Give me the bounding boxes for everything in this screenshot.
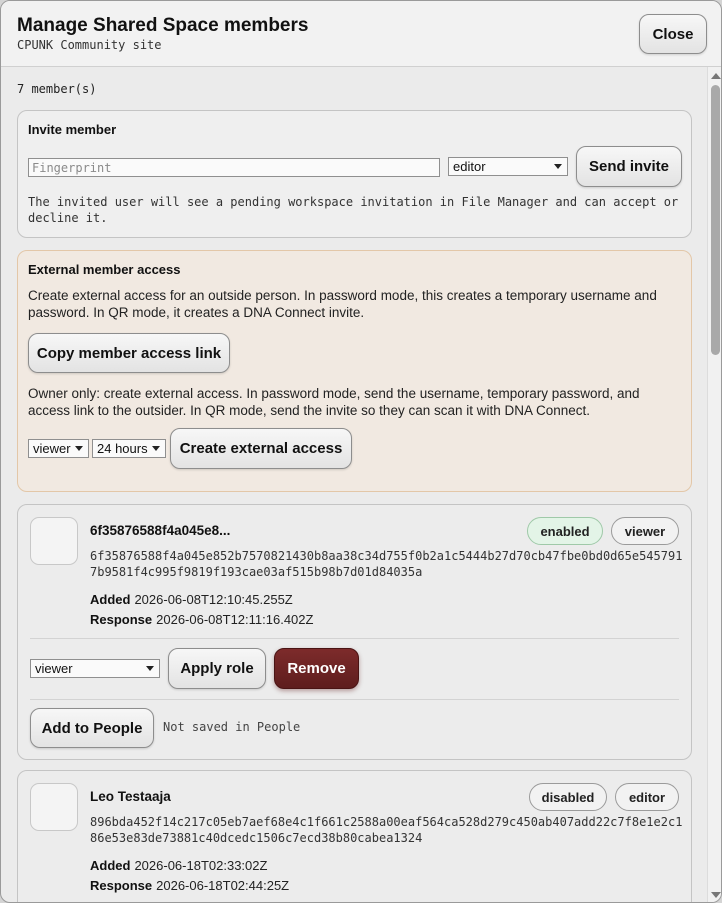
divider <box>30 638 679 639</box>
response-value: 2026-06-18T02:44:25Z <box>156 878 290 893</box>
dialog-content: 7 member(s) Invite member editor Send in… <box>1 67 707 902</box>
people-status-note: Not saved in People <box>163 720 301 734</box>
invite-title: Invite member <box>28 122 117 137</box>
scrollbar-thumb[interactable] <box>711 85 720 355</box>
add-to-people-button[interactable]: Add to People <box>30 708 154 748</box>
invite-role-select[interactable]: editor <box>448 157 568 176</box>
external-owner-note: Owner only: create external access. In p… <box>28 386 640 418</box>
close-button[interactable]: Close <box>639 14 707 54</box>
member-role-select[interactable]: viewer <box>30 659 160 678</box>
member-name: Leo Testaaja <box>90 789 171 804</box>
external-duration-select[interactable]: 24 hours <box>92 439 166 458</box>
dialog-title: Manage Shared Space members <box>17 15 309 36</box>
member-card: Leo Testaaja disabled editor 896bda452f1… <box>17 770 692 902</box>
copy-member-access-link-button[interactable]: Copy member access link <box>28 333 230 373</box>
vertical-scrollbar[interactable] <box>707 67 721 902</box>
added-row: Added 2026-06-18T02:33:02Z <box>90 858 267 873</box>
invite-role-value: editor <box>453 159 486 174</box>
avatar <box>30 783 78 831</box>
status-badge: disabled <box>529 783 607 811</box>
avatar <box>30 517 78 565</box>
external-description: Create external access for an outside pe… <box>28 288 657 320</box>
divider <box>30 699 679 700</box>
response-value: 2026-06-08T12:11:16.402Z <box>156 612 314 627</box>
member-name: 6f35876588f4a045e8... <box>90 523 231 538</box>
dialog-header: Manage Shared Space members CPUNK Commun… <box>1 1 721 67</box>
member-card: 6f35876588f4a045e8... enabled viewer 6f3… <box>17 504 692 760</box>
added-value: 2026-06-18T02:33:02Z <box>134 858 268 873</box>
response-row: Response 2026-06-08T12:11:16.402Z <box>90 612 313 627</box>
member-role-value: viewer <box>35 661 73 676</box>
scroll-up-arrow-icon[interactable] <box>711 73 721 79</box>
response-row: Response 2026-06-18T02:44:25Z <box>90 878 289 893</box>
status-badge: enabled <box>527 517 603 545</box>
invite-help-text: The invited user will see a pending work… <box>28 195 679 225</box>
apply-role-button[interactable]: Apply role <box>168 648 266 689</box>
member-fingerprint: 6f35876588f4a045e852b7570821430b8aa38c34… <box>90 549 683 579</box>
external-duration-value: 24 hours <box>97 441 148 456</box>
external-title: External member access <box>28 262 181 277</box>
added-label: Added <box>90 592 131 607</box>
role-badge: editor <box>615 783 679 811</box>
scroll-down-arrow-icon[interactable] <box>711 892 721 898</box>
added-value: 2026-06-08T12:10:45.255Z <box>134 592 293 607</box>
create-external-access-button[interactable]: Create external access <box>170 428 352 469</box>
added-label: Added <box>90 858 131 873</box>
send-invite-button[interactable]: Send invite <box>576 146 682 187</box>
response-label: Response <box>90 612 153 627</box>
dialog-subtitle: CPUNK Community site <box>17 38 162 52</box>
remove-button[interactable]: Remove <box>274 648 359 689</box>
external-role-select[interactable]: viewer <box>28 439 89 458</box>
added-row: Added 2026-06-08T12:10:45.255Z <box>90 592 293 607</box>
response-label: Response <box>90 878 153 893</box>
fingerprint-input[interactable] <box>28 158 440 177</box>
manage-members-dialog: Manage Shared Space members CPUNK Commun… <box>0 0 722 903</box>
member-count: 7 member(s) <box>17 82 97 96</box>
member-fingerprint: 896bda452f14c217c05eb7aef68e4c1f661c2588… <box>90 815 683 845</box>
external-role-value: viewer <box>33 441 71 456</box>
invite-member-panel: Invite member editor Send invite The inv… <box>17 110 692 238</box>
role-badge: viewer <box>611 517 679 545</box>
external-access-panel: External member access Create external a… <box>17 250 692 492</box>
